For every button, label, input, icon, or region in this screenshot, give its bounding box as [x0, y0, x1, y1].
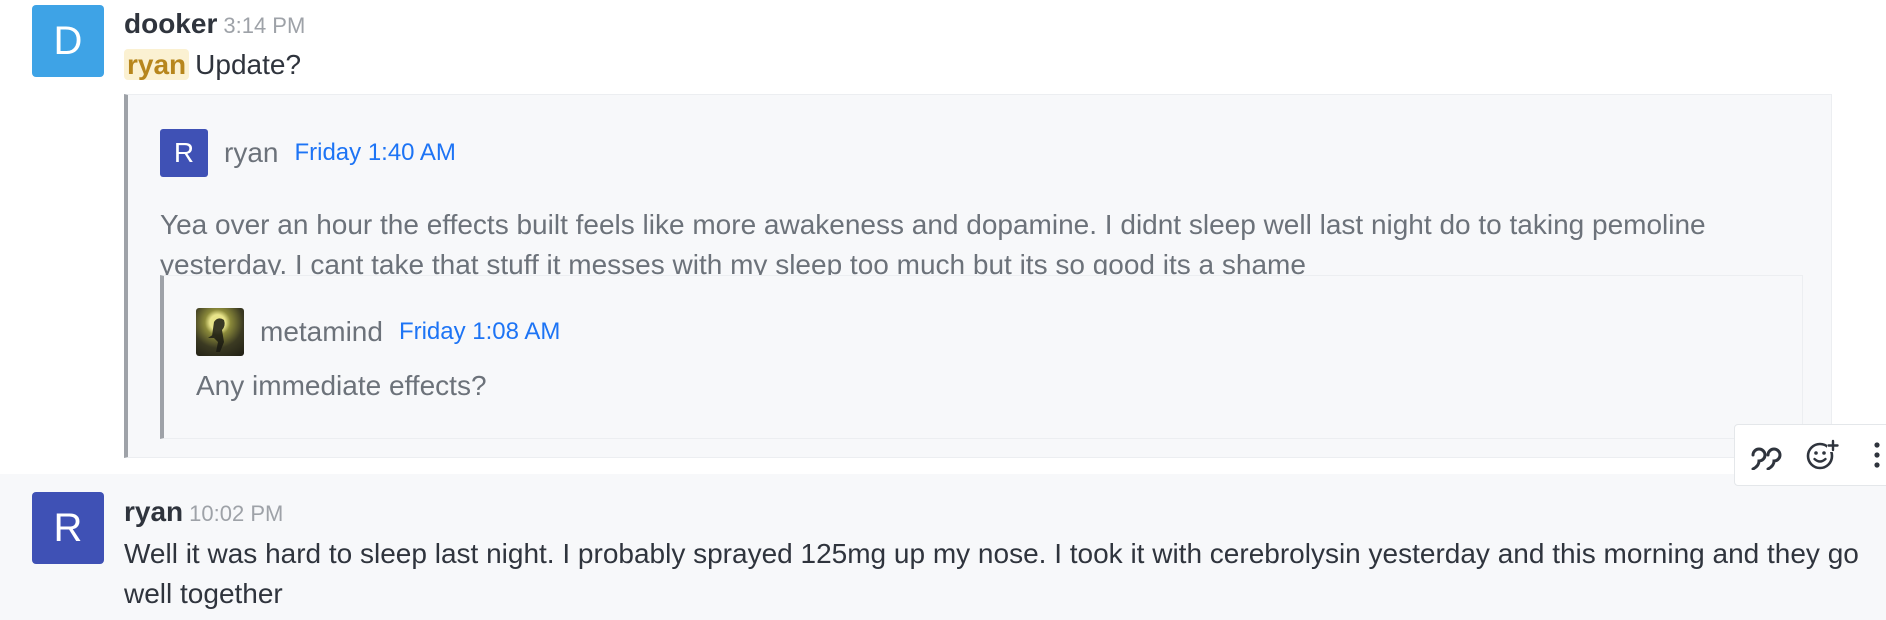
timestamp: 3:14 PM [223, 13, 306, 38]
mention-tag[interactable]: ryan [124, 49, 190, 80]
quote-username[interactable]: metamind [260, 316, 383, 348]
quote-timestamp-link[interactable]: Friday 1:40 AM [294, 139, 455, 167]
kebab-menu-icon[interactable] [1861, 438, 1886, 472]
quote-username[interactable]: ryan [224, 137, 278, 169]
quote-timestamp-link[interactable]: Friday 1:08 AM [399, 318, 560, 346]
message-dooker: D dooker 3:14 PM ryan Update? R ryan Frid… [0, 0, 1886, 474]
message-text: Well it was hard to sleep last night. I … [124, 538, 1859, 609]
message-ryan: R ryan 10:02 PM Well it was hard to slee… [0, 474, 1886, 620]
message-header: ryan 10:02 PM [124, 496, 283, 528]
quote-text: Any immediate effects? [196, 370, 487, 401]
avatar-letter: D [53, 18, 83, 63]
avatar-letter: R [53, 505, 83, 550]
avatar-letter: R [173, 137, 195, 168]
user-photo-icon [208, 318, 225, 352]
quote-header: metamind Friday 1:08 AM [196, 308, 560, 356]
message-header: dooker 3:14 PM [124, 8, 305, 40]
avatar[interactable] [196, 308, 244, 356]
avatar[interactable]: R [32, 492, 104, 564]
message-body: ryan Update? [124, 48, 301, 82]
quote-text: Yea over an hour the effects built feels… [160, 209, 1706, 280]
quote-icon[interactable] [1749, 438, 1783, 472]
quoted-message: R ryan Friday 1:40 AM Yea over an hour t… [124, 94, 1832, 458]
username[interactable]: ryan [124, 496, 183, 528]
quote-header: R ryan Friday 1:40 AM [160, 129, 456, 177]
message-text: Update? [195, 49, 302, 80]
nested-quoted-message: metamind Friday 1:08 AM Any immediate ef… [160, 275, 1803, 439]
message-action-toolbar [1734, 424, 1886, 486]
timestamp: 10:02 PM [189, 501, 284, 526]
avatar[interactable]: D [32, 5, 104, 77]
avatar[interactable]: R [160, 129, 208, 177]
add-reaction-icon[interactable] [1805, 438, 1839, 472]
username[interactable]: dooker [124, 8, 217, 40]
